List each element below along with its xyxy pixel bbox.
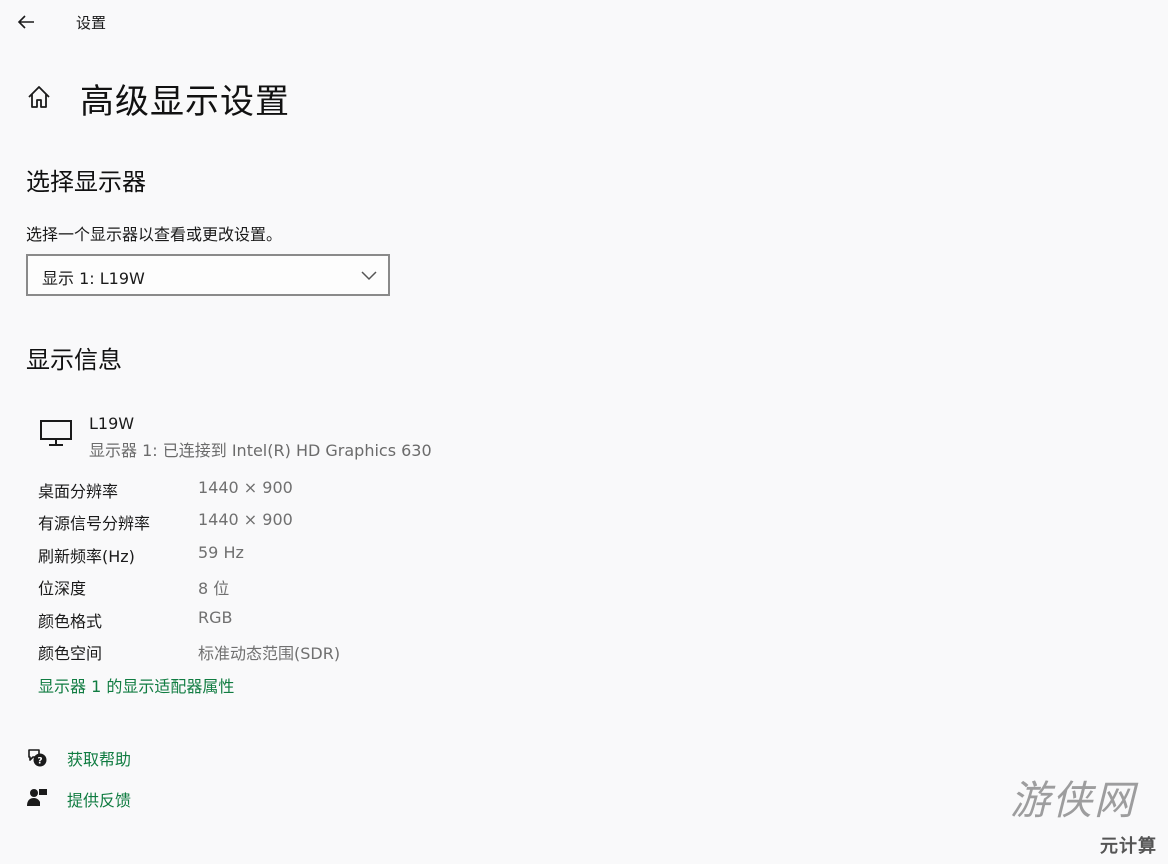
info-row: 有源信号分辨率 1440 × 900 bbox=[38, 510, 538, 534]
info-row: 刷新频率(Hz) 59 Hz bbox=[38, 543, 538, 567]
info-value: 标准动态范围(SDR) bbox=[198, 644, 341, 663]
info-value: 1440 × 900 bbox=[198, 478, 293, 497]
info-label: 颜色空间 bbox=[38, 644, 103, 663]
info-value: 8 位 bbox=[198, 579, 230, 598]
info-label: 位深度 bbox=[38, 579, 87, 598]
help-chat-icon: ? bbox=[28, 749, 47, 767]
app-title: 设置 bbox=[76, 14, 107, 32]
info-label: 桌面分辨率 bbox=[38, 482, 119, 501]
dropdown-value: 显示 1: L19W bbox=[42, 269, 145, 288]
display-select-dropdown[interactable]: 显示 1: L19W bbox=[26, 254, 390, 296]
info-value: 59 Hz bbox=[198, 543, 244, 562]
info-row: 桌面分辨率 1440 × 900 bbox=[38, 478, 538, 502]
give-feedback-link[interactable]: 提供反馈 bbox=[67, 787, 131, 811]
feedback-icon bbox=[27, 789, 47, 806]
watermark-caption: 元计算 bbox=[1100, 836, 1157, 857]
back-arrow-icon[interactable] bbox=[14, 10, 38, 34]
info-label: 颜色格式 bbox=[38, 612, 103, 631]
monitor-icon bbox=[40, 420, 72, 446]
info-value: 1440 × 900 bbox=[198, 510, 293, 529]
get-help-link[interactable]: 获取帮助 bbox=[67, 746, 131, 770]
page-title: 高级显示设置 bbox=[80, 82, 290, 122]
home-icon[interactable] bbox=[26, 84, 52, 110]
svg-text:?: ? bbox=[37, 757, 42, 767]
display-info-heading: 显示信息 bbox=[26, 346, 122, 374]
info-row: 位深度 8 位 bbox=[38, 575, 538, 599]
info-label: 刷新频率(Hz) bbox=[38, 547, 135, 566]
info-value: RGB bbox=[198, 608, 233, 627]
watermark-logo: 游侠网 bbox=[1010, 778, 1136, 824]
adapter-properties-link[interactable]: 显示器 1 的显示适配器属性 bbox=[38, 673, 234, 697]
chevron-down-icon bbox=[361, 271, 377, 281]
title-bar: 设置 bbox=[0, 0, 1168, 44]
monitor-connection: 显示器 1: 已连接到 Intel(R) HD Graphics 630 bbox=[89, 441, 432, 460]
monitor-name: L19W bbox=[89, 414, 135, 433]
info-row: 颜色空间 标准动态范围(SDR) bbox=[38, 640, 538, 664]
info-label: 有源信号分辨率 bbox=[38, 514, 151, 533]
select-display-description: 选择一个显示器以查看或更改设置。 bbox=[26, 225, 283, 244]
info-row: 颜色格式 RGB bbox=[38, 608, 538, 632]
select-display-heading: 选择显示器 bbox=[26, 168, 146, 196]
